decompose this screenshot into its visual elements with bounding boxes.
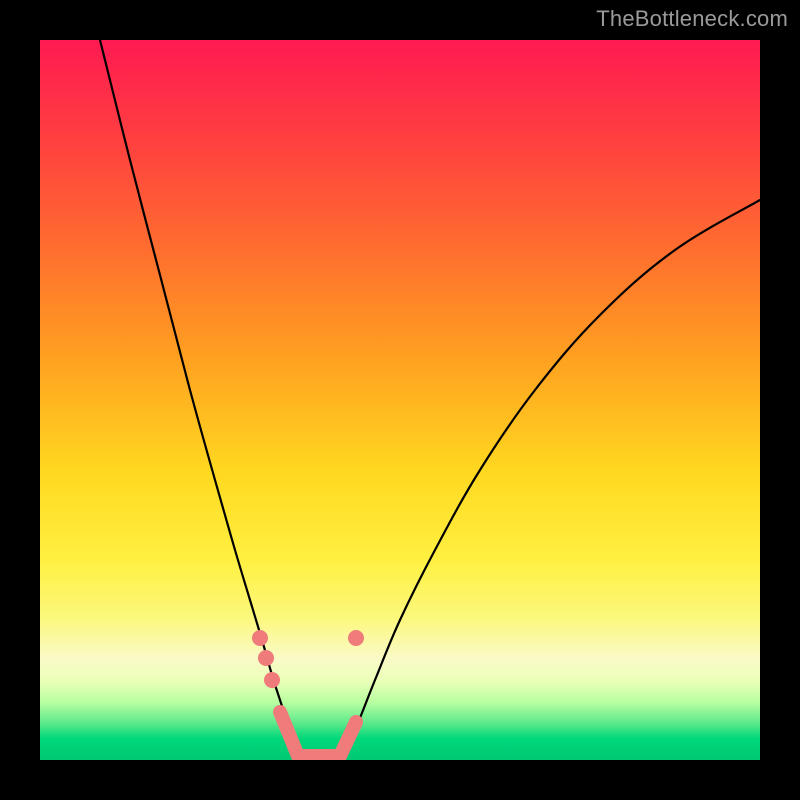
marker-dot <box>252 630 268 646</box>
chart-frame: TheBottleneck.com <box>0 0 800 800</box>
curve-layer <box>40 40 760 760</box>
marker-segment <box>340 722 356 756</box>
marker-dot <box>258 650 274 666</box>
marker-group <box>252 630 364 756</box>
marker-dot <box>264 672 280 688</box>
plot-area <box>40 40 760 760</box>
marker-segment <box>280 712 298 756</box>
curve-right <box>340 200 760 760</box>
marker-dot <box>348 630 364 646</box>
curve-left <box>100 40 302 760</box>
watermark-text: TheBottleneck.com <box>596 6 788 32</box>
